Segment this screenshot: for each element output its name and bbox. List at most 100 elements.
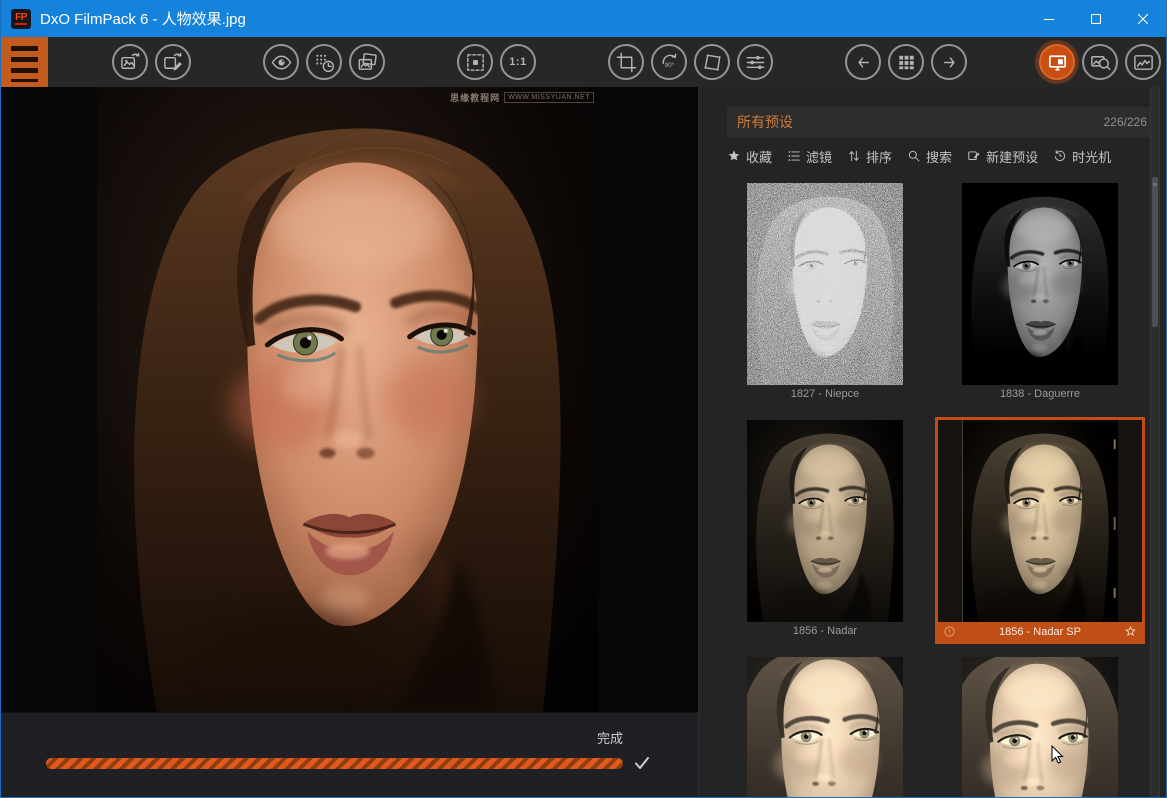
loupe-icon xyxy=(1089,51,1112,74)
favorites-label: 收藏 xyxy=(746,147,772,166)
monitor-icon xyxy=(1046,51,1069,74)
image-stack-button[interactable] xyxy=(349,44,385,80)
filter-list-icon xyxy=(787,149,801,163)
sort-label: 排序 xyxy=(866,147,892,166)
time-machine-icon xyxy=(1053,149,1067,163)
presets-grid: 1827 - Niepce 1838 - Daguerre 1856 - Nad… xyxy=(720,180,1145,797)
presets-title: 所有预设 xyxy=(737,112,1104,132)
preset-tile-5[interactable] xyxy=(720,654,930,797)
progress-bar xyxy=(46,758,623,769)
minimize-icon xyxy=(1044,14,1054,24)
arrow-left-icon xyxy=(852,51,875,74)
star-icon xyxy=(727,149,741,163)
zoom-group: 1:1 xyxy=(457,44,536,80)
preset-label: 1856 - Nadar SP xyxy=(956,626,1124,638)
preview-button[interactable] xyxy=(263,44,299,80)
export-edit-icon xyxy=(162,51,185,74)
export-image-icon xyxy=(119,51,142,74)
app-logo: FP xyxy=(11,9,31,29)
new-preset-label: 新建预设 xyxy=(986,147,1038,166)
search-icon xyxy=(907,149,921,163)
new-preset-icon xyxy=(967,149,981,163)
display-mode-button[interactable] xyxy=(1039,44,1075,80)
fit-screen-icon xyxy=(464,51,487,74)
presets-count: 226/226 xyxy=(1104,115,1147,129)
presets-panel: 所有预设 226/226 收藏 滤镜 排序 搜索 xyxy=(698,87,1166,797)
preset-tile-nadar[interactable]: 1856 - Nadar xyxy=(720,417,930,644)
export-image-button[interactable] xyxy=(112,44,148,80)
snapshots-button[interactable] xyxy=(306,44,342,80)
view-group xyxy=(263,44,385,80)
search-button[interactable]: 搜索 xyxy=(907,147,952,166)
main-photo: 思缘教程网 WWW.MISSYUAN.NET xyxy=(97,87,598,712)
preset-tile-daguerre[interactable]: 1838 - Daguerre xyxy=(935,180,1145,407)
fit-screen-button[interactable] xyxy=(457,44,493,80)
window-title: DxO FilmPack 6 - 人物效果.jpg xyxy=(40,8,1025,29)
scrollbar-thumb[interactable] xyxy=(1152,177,1158,327)
edit-group: 90° xyxy=(608,44,773,80)
filter-button[interactable]: 滤镜 xyxy=(787,147,832,166)
favorite-star-icon[interactable] xyxy=(1124,625,1137,638)
app-window: FP DxO FilmPack 6 - 人物效果.jpg xyxy=(0,0,1167,798)
favorites-button[interactable]: 收藏 xyxy=(727,147,772,166)
presets-scrollbar[interactable] xyxy=(1150,87,1160,797)
histogram-icon xyxy=(1132,51,1155,74)
new-preset-button[interactable]: 新建预设 xyxy=(967,147,1038,166)
next-image-button[interactable] xyxy=(931,44,967,80)
time-machine-button[interactable]: 时光机 xyxy=(1053,147,1111,166)
thumbnail-grid-button[interactable] xyxy=(888,44,924,80)
progress-status: 完成 xyxy=(597,728,623,747)
export-group xyxy=(112,44,191,80)
selected-preset-labelbar: 1856 - Nadar SP xyxy=(938,622,1142,641)
close-button[interactable] xyxy=(1119,0,1166,37)
progress-area: 完成 xyxy=(1,712,698,797)
zoom-1-1-label: 1:1 xyxy=(509,56,526,68)
menu-button[interactable] xyxy=(1,37,48,87)
viewer-column: 思缘教程网 WWW.MISSYUAN.NET 完成 xyxy=(1,87,698,797)
content-area: 思缘教程网 WWW.MISSYUAN.NET 完成 所有预设 226/226 收… xyxy=(1,87,1166,797)
preset-thumbnail xyxy=(747,183,903,385)
preset-info-icon[interactable] xyxy=(943,625,956,638)
compare-loupe-button[interactable] xyxy=(1082,44,1118,80)
image-stack-icon xyxy=(356,51,379,74)
sort-arrows-icon xyxy=(847,149,861,163)
perspective-icon xyxy=(701,51,724,74)
preset-label: 1838 - Daguerre xyxy=(938,385,1142,404)
progress-fill xyxy=(46,758,623,769)
time-machine-label: 时光机 xyxy=(1072,147,1111,166)
preset-tile-nadar-sp-selected[interactable]: 1856 - Nadar SP xyxy=(935,417,1145,644)
portrait-image xyxy=(97,87,598,712)
crop-button[interactable] xyxy=(608,44,644,80)
presets-actions: 收藏 滤镜 排序 搜索 新建预设 xyxy=(727,145,1111,167)
watermark: 思缘教程网 WWW.MISSYUAN.NET xyxy=(450,91,594,104)
eye-icon xyxy=(270,51,293,74)
zoom-1-1-button[interactable]: 1:1 xyxy=(500,44,536,80)
titlebar: FP DxO FilmPack 6 - 人物效果.jpg xyxy=(1,0,1166,37)
preset-tile-6[interactable] xyxy=(935,654,1145,797)
export-edit-button[interactable] xyxy=(155,44,191,80)
maximize-button[interactable] xyxy=(1072,0,1119,37)
main-toolbar: 1:1 90° xyxy=(1,37,1166,87)
preset-thumbnail xyxy=(962,420,1118,622)
previous-image-button[interactable] xyxy=(845,44,881,80)
minimize-button[interactable] xyxy=(1025,0,1072,37)
display-group xyxy=(1039,44,1161,80)
window-controls xyxy=(1025,0,1166,37)
watermark-text: 思缘教程网 xyxy=(450,91,500,104)
maximize-icon xyxy=(1091,14,1101,24)
search-label: 搜索 xyxy=(926,147,952,166)
arrow-right-icon xyxy=(938,51,961,74)
histogram-button[interactable] xyxy=(1125,44,1161,80)
nav-group xyxy=(845,44,967,80)
preset-thumbnail xyxy=(962,183,1118,385)
preset-tile-niepce[interactable]: 1827 - Niepce xyxy=(720,180,930,407)
rotate-90-button[interactable]: 90° xyxy=(651,44,687,80)
adjustments-button[interactable] xyxy=(737,44,773,80)
watermark-url: WWW.MISSYUAN.NET xyxy=(504,92,594,103)
preset-thumbnail xyxy=(747,657,903,797)
rotate-90-label: 90° xyxy=(664,61,674,68)
sort-button[interactable]: 排序 xyxy=(847,147,892,166)
presets-header[interactable]: 所有预设 226/226 xyxy=(727,107,1157,137)
perspective-button[interactable] xyxy=(694,44,730,80)
crop-icon xyxy=(615,51,638,74)
